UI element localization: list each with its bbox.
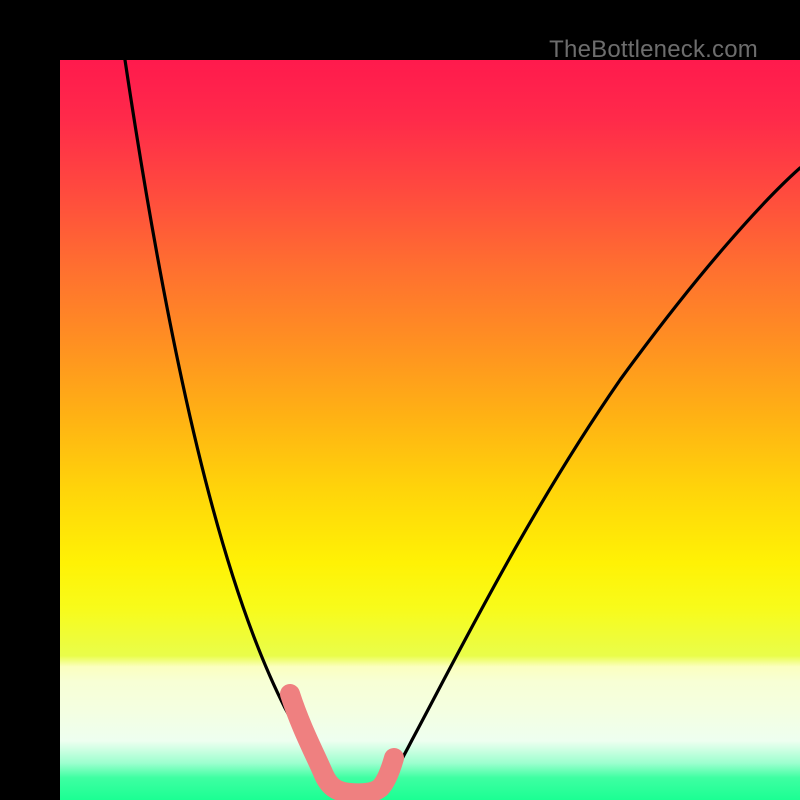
chart-frame: TheBottleneck.com <box>0 0 800 800</box>
watermark-text: TheBottleneck.com <box>549 36 758 64</box>
curve-layer <box>60 60 800 800</box>
left-curve <box>125 60 335 792</box>
plot-area <box>60 60 800 800</box>
trough-highlight <box>290 694 394 793</box>
right-curve <box>378 168 800 792</box>
